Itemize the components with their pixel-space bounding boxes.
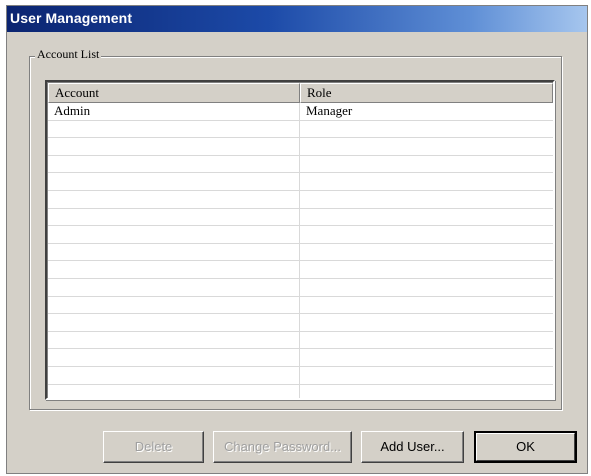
role-cell xyxy=(300,332,553,349)
window-title: User Management xyxy=(10,10,133,26)
table-row[interactable] xyxy=(48,226,553,244)
account-cell: Admin xyxy=(48,103,300,120)
table-row[interactable]: Admin Manager xyxy=(48,103,553,121)
role-cell xyxy=(300,156,553,173)
table-row[interactable] xyxy=(48,349,553,367)
table-row[interactable] xyxy=(48,366,553,385)
account-cell xyxy=(48,190,300,208)
account-cell xyxy=(48,331,300,349)
role-cell xyxy=(300,297,553,314)
role-cell xyxy=(300,314,553,331)
table-row[interactable] xyxy=(48,190,553,209)
table-row[interactable] xyxy=(48,261,553,279)
role-cell xyxy=(300,244,553,261)
table-row[interactable] xyxy=(48,243,553,262)
role-cell xyxy=(300,121,553,138)
role-cell xyxy=(300,191,553,208)
account-cell xyxy=(48,278,300,296)
ok-button-focus-frame xyxy=(476,433,575,461)
account-list-group-label: Account List xyxy=(35,47,102,62)
table-row[interactable] xyxy=(48,155,553,174)
list-rows: Admin Manager xyxy=(48,103,553,399)
column-header-account[interactable]: Account xyxy=(48,83,300,103)
column-header-role[interactable]: Role xyxy=(300,83,553,103)
account-cell xyxy=(48,296,300,314)
account-cell xyxy=(48,243,300,261)
title-bar[interactable]: User Management xyxy=(7,6,587,32)
table-row[interactable] xyxy=(48,138,553,156)
account-cell xyxy=(48,138,300,155)
role-cell xyxy=(300,261,553,278)
account-cell xyxy=(48,155,300,173)
table-row[interactable] xyxy=(48,173,553,191)
account-list-frame: Account Role Admin Manager xyxy=(47,82,553,398)
account-cell xyxy=(48,314,300,331)
account-cell xyxy=(48,226,300,243)
account-cell xyxy=(48,366,300,384)
table-row[interactable] xyxy=(48,384,553,399)
delete-button[interactable]: Delete xyxy=(103,431,204,463)
table-row[interactable] xyxy=(48,278,553,297)
role-cell: Manager xyxy=(306,103,353,118)
account-cell xyxy=(48,384,300,398)
table-row[interactable] xyxy=(48,314,553,332)
account-cell xyxy=(48,208,300,226)
ok-button[interactable]: OK xyxy=(474,431,577,463)
role-cell xyxy=(300,226,553,243)
table-row[interactable] xyxy=(48,331,553,350)
table-row[interactable] xyxy=(48,120,553,139)
role-cell xyxy=(300,279,553,296)
add-user-button[interactable]: Add User... xyxy=(361,431,464,463)
role-cell xyxy=(300,349,553,366)
role-cell xyxy=(300,385,553,399)
role-cell xyxy=(300,367,553,384)
change-password-button[interactable]: Change Password... xyxy=(213,431,352,463)
role-cell xyxy=(300,209,553,226)
account-list-view[interactable]: Account Role Admin Manager xyxy=(45,80,555,400)
list-header: Account Role xyxy=(48,83,553,103)
account-cell xyxy=(48,261,300,278)
account-cell xyxy=(48,173,300,190)
role-cell xyxy=(300,138,553,155)
table-row[interactable] xyxy=(48,296,553,315)
table-row[interactable] xyxy=(48,208,553,227)
account-cell xyxy=(48,120,300,138)
role-cell xyxy=(300,173,553,190)
account-cell xyxy=(48,349,300,366)
